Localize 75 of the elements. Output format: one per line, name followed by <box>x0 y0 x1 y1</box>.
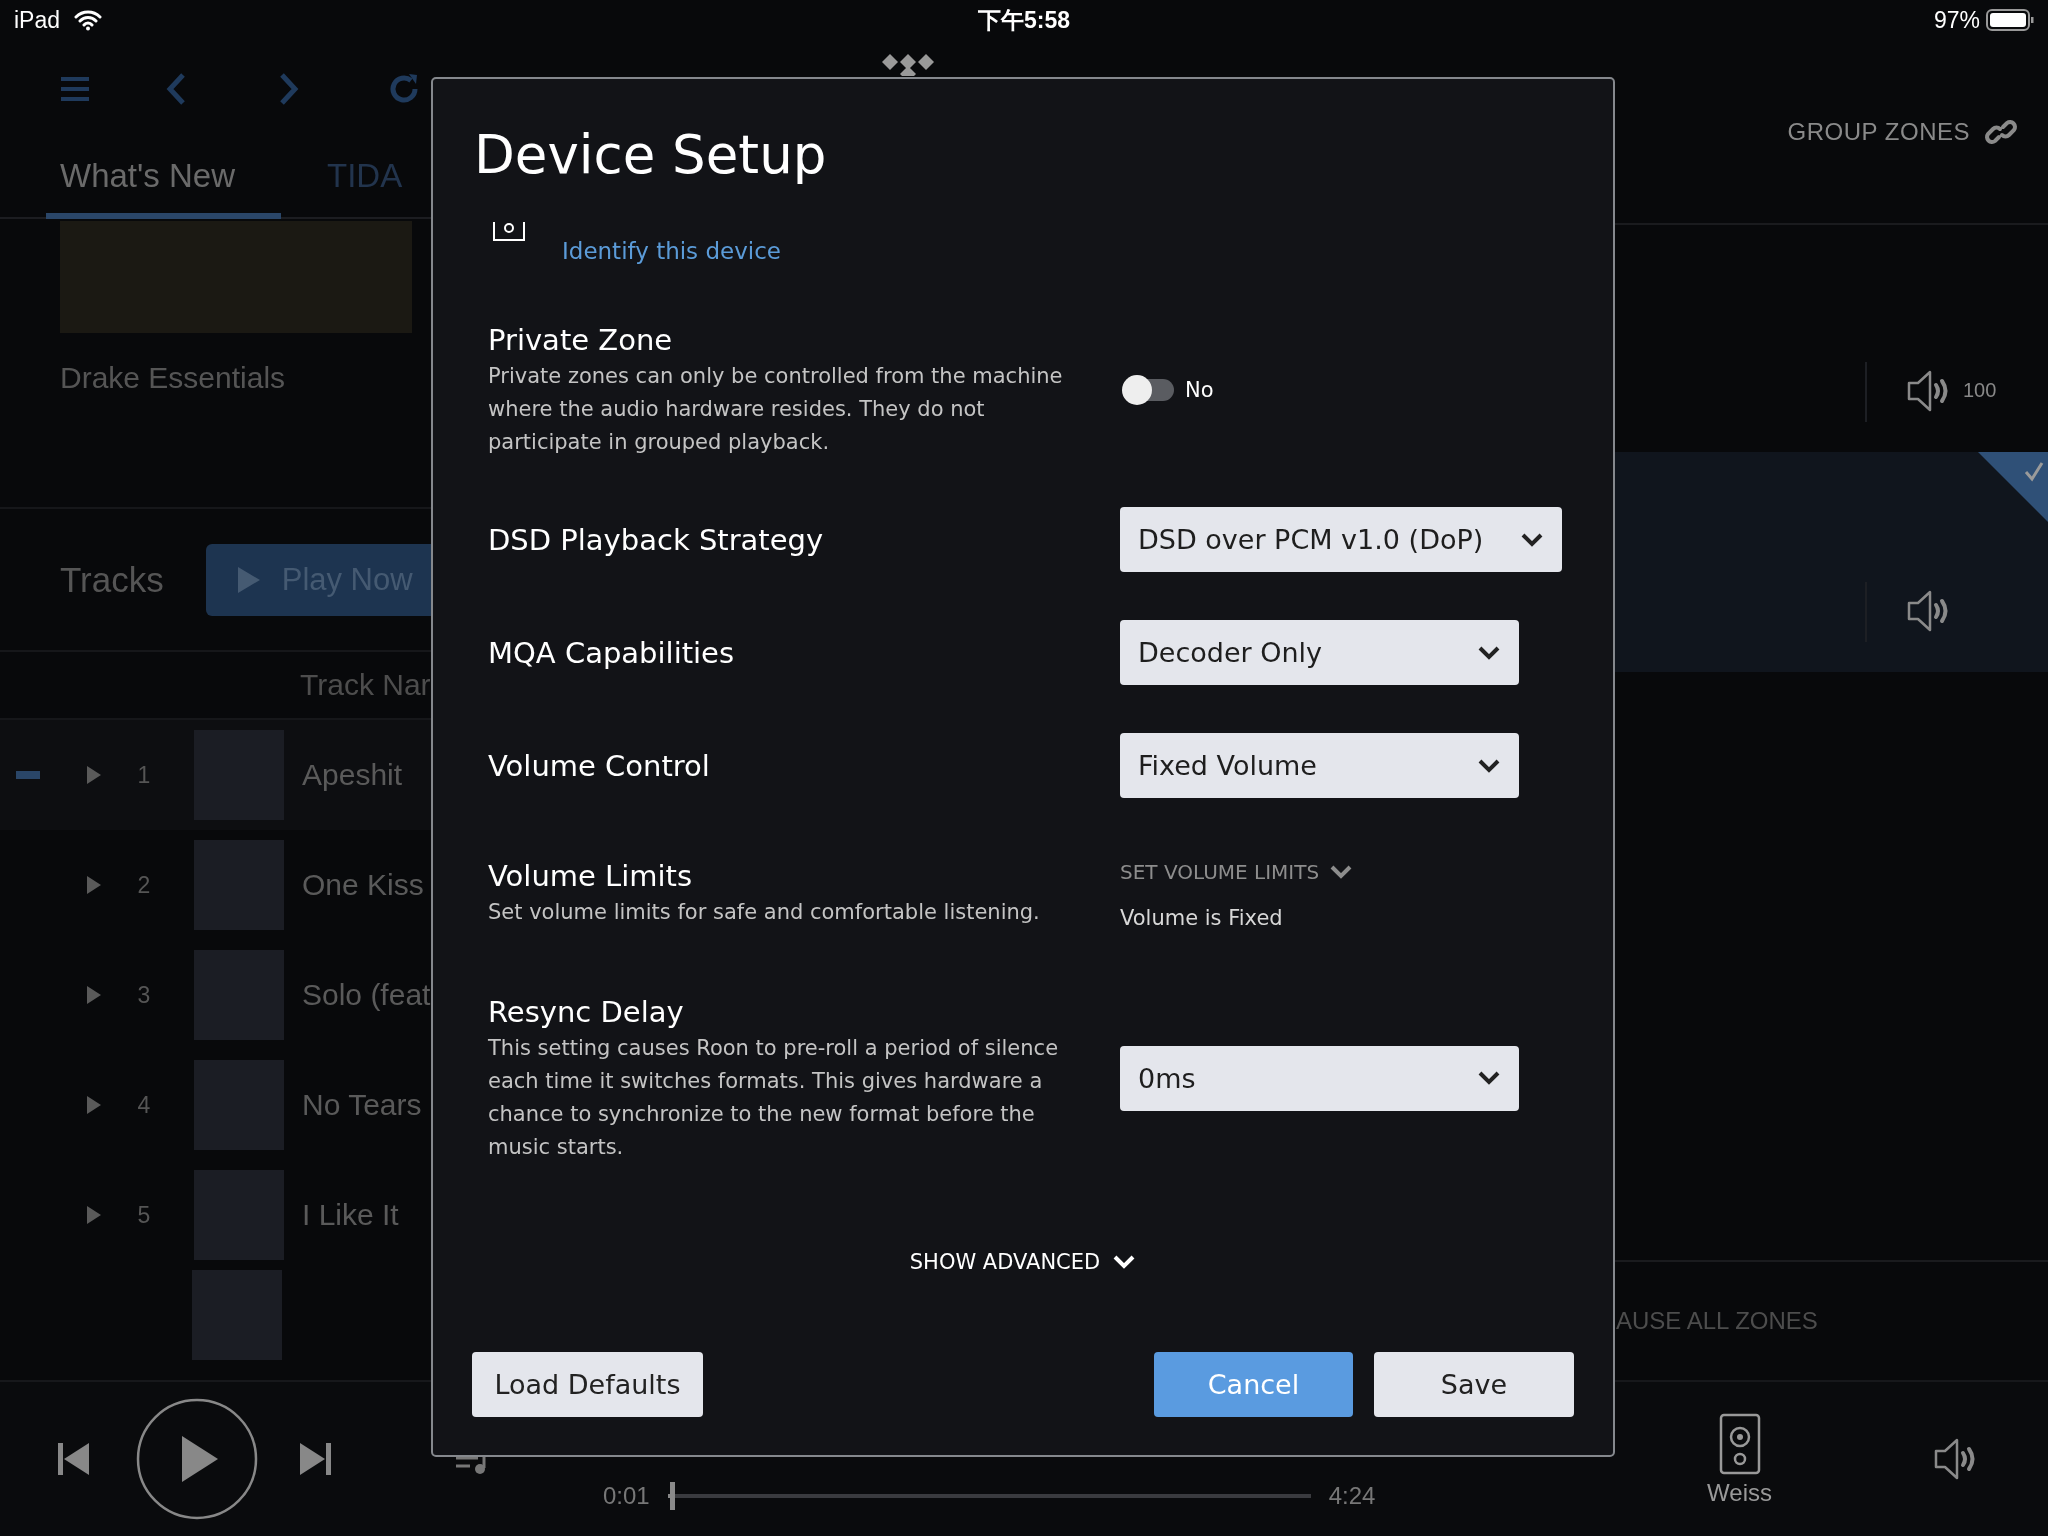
track-row[interactable]: 2 One Kiss <box>0 830 431 940</box>
chevron-down-icon <box>1329 864 1354 880</box>
now-playing-indicator <box>16 771 40 779</box>
save-button[interactable]: Save <box>1374 1352 1574 1417</box>
play-icon[interactable] <box>86 1095 102 1115</box>
track-title: No Tears <box>302 1088 422 1122</box>
track-row[interactable]: 1 Apeshit <box>0 720 431 830</box>
track-title: Solo (feat <box>302 978 431 1012</box>
dropdown[interactable]: Decoder Only <box>1120 620 1519 685</box>
battery-percent: 97% <box>1933 6 1980 34</box>
track-title: One Kiss <box>302 868 424 902</box>
setting-description: Private zones can only be controlled from the machine where the audio hardware resides. They do not participate in grouped playback. <box>488 363 1063 456</box>
dropdown[interactable]: 0ms <box>1120 1045 1519 1111</box>
play-icon[interactable] <box>86 875 102 895</box>
dialog-title: Device Setup <box>474 123 828 187</box>
check-corner-icon <box>1978 452 2048 522</box>
speaker-icon[interactable] <box>1717 1411 1762 1475</box>
zone-row[interactable]: 100 <box>1614 225 2048 452</box>
setting-label: Resync Delay <box>488 994 685 1031</box>
zone-row[interactable] <box>1614 452 2048 672</box>
chevron-right-icon[interactable] <box>278 72 300 107</box>
play-icon[interactable] <box>86 1205 102 1225</box>
tracks-heading: Tracks <box>60 559 164 600</box>
track-number: 4 <box>136 1091 152 1119</box>
track-number: 5 <box>136 1201 152 1229</box>
chevron-down-icon <box>1520 531 1544 548</box>
identify-icon <box>492 222 526 242</box>
chevron-down-icon <box>1477 644 1501 661</box>
chevron-down-icon <box>1477 1070 1501 1086</box>
play-icon <box>235 564 262 595</box>
track-number: 3 <box>136 981 152 1009</box>
chevron-down-icon <box>1477 757 1501 774</box>
chevron-down-icon <box>1112 1254 1137 1270</box>
volume-level: 100 <box>1963 379 1997 402</box>
track-number: 2 <box>136 871 152 899</box>
duration-time: 4:24 <box>1328 1482 1376 1510</box>
volume-note: Volume is Fixed <box>1120 906 1284 930</box>
play-icon[interactable] <box>86 765 102 785</box>
setting-label: Volume Control <box>488 747 711 785</box>
track-number: 1 <box>136 761 152 789</box>
track-row[interactable]: 5 I Like It <box>0 1160 431 1270</box>
battery-icon <box>1986 8 2034 32</box>
identify-device-link[interactable]: Identify this device <box>562 236 781 266</box>
dropdown[interactable]: DSD over PCM v1.0 (DoP) <box>1120 507 1562 572</box>
setting-description: This setting causes Roon to pre-roll a period of silence each time it switches formats. This gives hardware a chance to synchronize to the new format before the music starts. <box>488 1035 1060 1161</box>
play-button-icon[interactable] <box>136 1398 258 1520</box>
track-title: I Like It <box>302 1198 399 1232</box>
progress-thumb[interactable] <box>670 1482 676 1510</box>
track-row[interactable]: 3 Solo (feat <box>0 940 431 1050</box>
setting-label: MQA Capabilities <box>488 634 736 672</box>
show-advanced-button[interactable]: SHOW ADVANCED <box>909 1250 1137 1274</box>
dropdown[interactable]: Fixed Volume <box>1120 733 1519 798</box>
group-zones-button[interactable]: GROUP ZONES <box>1787 117 1970 146</box>
logo-icon <box>880 52 936 76</box>
setting-label: Private Zone <box>488 322 674 359</box>
wifi-icon <box>74 9 103 31</box>
next-icon[interactable] <box>299 1442 331 1476</box>
cancel-button[interactable]: Cancel <box>1154 1352 1353 1417</box>
track-row[interactable]: 4 No Tears <box>0 1050 431 1160</box>
load-defaults-button[interactable]: Load Defaults <box>472 1352 703 1417</box>
setting-description: Set volume limits for safe and comfortable listening. <box>488 899 1041 926</box>
device-label[interactable]: Weiss <box>1707 1479 1772 1507</box>
set-volume-limits-button[interactable]: SET VOLUME LIMITS <box>1120 860 1558 884</box>
toggle-value: No <box>1185 377 1214 402</box>
track-title: Apeshit <box>302 758 403 792</box>
menu-icon[interactable] <box>59 75 91 104</box>
previous-icon[interactable] <box>58 1442 90 1476</box>
progress-track[interactable] <box>667 1482 1311 1510</box>
chevron-left-icon[interactable] <box>165 72 187 107</box>
status-time: 下午5:58 <box>977 5 1070 35</box>
setting-label: DSD Playback Strategy <box>488 521 825 559</box>
device-name: iPad <box>14 6 61 34</box>
play-icon[interactable] <box>86 985 102 1005</box>
elapsed-time: 0:01 <box>603 1482 650 1510</box>
setting-label: Volume Limits <box>488 858 694 895</box>
